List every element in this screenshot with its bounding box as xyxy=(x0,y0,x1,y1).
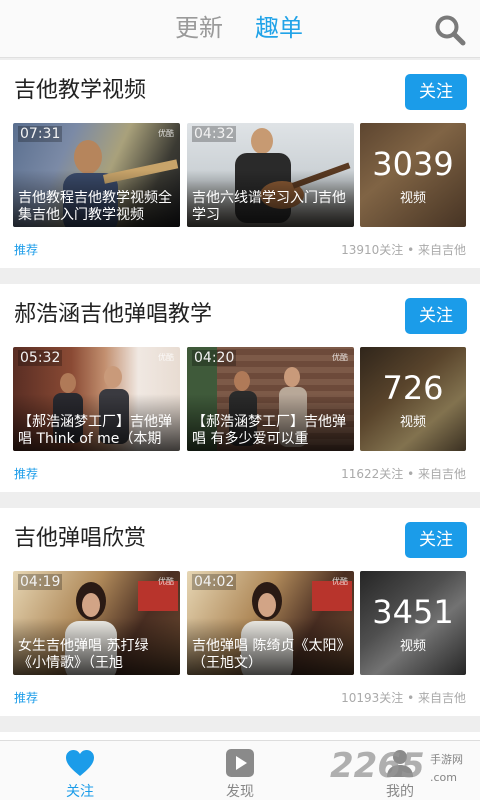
video-title: 【郝浩涵梦工厂】吉他弹唱 Think of me（本期 xyxy=(18,414,172,447)
video-count-tile[interactable]: 3451 视频 xyxy=(360,571,466,675)
source-watermark: 优酷 xyxy=(158,129,174,138)
video-thumbnail[interactable]: 05:32 优酷 【郝浩涵梦工厂】吉他弹唱 Think of me（本期 xyxy=(13,347,180,451)
video-count: 3039 xyxy=(372,145,454,183)
video-count-tile[interactable]: 726 视频 xyxy=(360,347,466,451)
video-thumbnail[interactable]: 04:02 优酷 吉他弹唱 陈绮贞《太阳》（王旭文） xyxy=(187,571,354,675)
video-title: 吉他教程吉他教学视频全集吉他入门教学视频 xyxy=(18,190,172,223)
video-title: 吉他六线谱学习入门吉他学习 xyxy=(192,190,346,223)
play-icon xyxy=(224,747,256,779)
source-watermark: 优酷 xyxy=(158,577,174,586)
video-title: 吉他弹唱 陈绮贞《太阳》（王旭文） xyxy=(192,638,344,671)
playlist-card[interactable] xyxy=(0,732,480,740)
video-title: 女生吉他弹唱 苏打绿《小情歌》（王旭 xyxy=(18,638,149,671)
playlist-title: 吉他弹唱欣赏 xyxy=(14,526,147,551)
playlist-card[interactable]: 吉他弹唱欣赏 关注 04:19 优酷 女生吉他弹唱 苏打绿《小情歌》（王旭 04… xyxy=(0,508,480,716)
video-count-tile[interactable]: 3039 视频 xyxy=(360,123,466,227)
follow-button[interactable]: 关注 xyxy=(405,298,467,334)
playlist-title: 吉他教学视频 xyxy=(14,78,147,103)
recommend-tag: 推荐 xyxy=(14,467,39,481)
nav-follow[interactable]: 关注 xyxy=(40,741,120,800)
follower-meta: 13910关注 • 来自吉他 xyxy=(341,243,466,257)
follower-meta: 11622关注 • 来自吉他 xyxy=(341,467,466,481)
video-thumbnail[interactable]: 04:20 优酷 【郝浩涵梦工厂】吉他弹唱 有多少爱可以重 xyxy=(187,347,354,451)
tab-lists[interactable]: 趣单 xyxy=(255,13,303,43)
playlist-feed: 吉他教学视频 关注 07:31 优酷 吉他教程吉他教学视频全集吉他入门教学视频 … xyxy=(0,58,480,740)
nav-discover[interactable]: 发现 xyxy=(200,741,280,800)
source-watermark: 优酷 xyxy=(332,353,348,362)
source-watermark: 优酷 xyxy=(332,577,348,586)
video-count-label: 视频 xyxy=(399,639,426,654)
playlist-title: 郝浩涵吉他弹唱教学 xyxy=(14,302,213,327)
video-count: 3451 xyxy=(372,593,454,631)
recommend-tag: 推荐 xyxy=(14,691,39,705)
video-duration: 05:32 xyxy=(18,350,63,366)
watermark-url: .com xyxy=(430,771,457,784)
video-duration: 04:02 xyxy=(192,574,237,590)
heart-icon xyxy=(64,747,96,779)
video-count: 726 xyxy=(382,369,444,407)
tab-updates[interactable]: 更新 xyxy=(175,13,223,43)
video-duration: 04:19 xyxy=(18,574,63,590)
nav-discover-label: 发现 xyxy=(226,784,254,800)
recommend-tag: 推荐 xyxy=(14,243,39,257)
follower-meta: 10193关注 • 来自吉他 xyxy=(341,691,466,705)
playlist-card[interactable]: 吉他教学视频 关注 07:31 优酷 吉他教程吉他教学视频全集吉他入门教学视频 … xyxy=(0,60,480,268)
follow-button[interactable]: 关注 xyxy=(405,74,467,110)
video-count-label: 视频 xyxy=(399,415,426,430)
video-title: 【郝浩涵梦工厂】吉他弹唱 有多少爱可以重 xyxy=(192,414,346,447)
source-watermark: 优酷 xyxy=(158,353,174,362)
video-duration: 04:32 xyxy=(192,126,237,142)
follow-button[interactable]: 关注 xyxy=(405,522,467,558)
nav-follow-label: 关注 xyxy=(66,784,94,800)
video-thumbnail[interactable]: 04:19 优酷 女生吉他弹唱 苏打绿《小情歌》（王旭 xyxy=(13,571,180,675)
video-duration: 04:20 xyxy=(192,350,237,366)
video-count-label: 视频 xyxy=(399,191,426,206)
playlist-card[interactable]: 郝浩涵吉他弹唱教学 关注 05:32 优酷 【郝浩涵梦工厂】吉他弹唱 Think… xyxy=(0,284,480,492)
video-duration: 07:31 xyxy=(18,126,63,142)
site-watermark-logo: 2265 手游网 .com xyxy=(330,746,480,792)
search-icon[interactable] xyxy=(432,12,468,48)
watermark-subtitle: 手游网 xyxy=(430,753,463,766)
video-thumbnail[interactable]: 04:32 吉他六线谱学习入门吉他学习 xyxy=(187,123,354,227)
watermark-number: 2265 xyxy=(330,746,425,786)
video-thumbnail[interactable]: 07:31 优酷 吉他教程吉他教学视频全集吉他入门教学视频 xyxy=(13,123,180,227)
top-tab-bar: 更新 趣单 xyxy=(0,0,480,58)
